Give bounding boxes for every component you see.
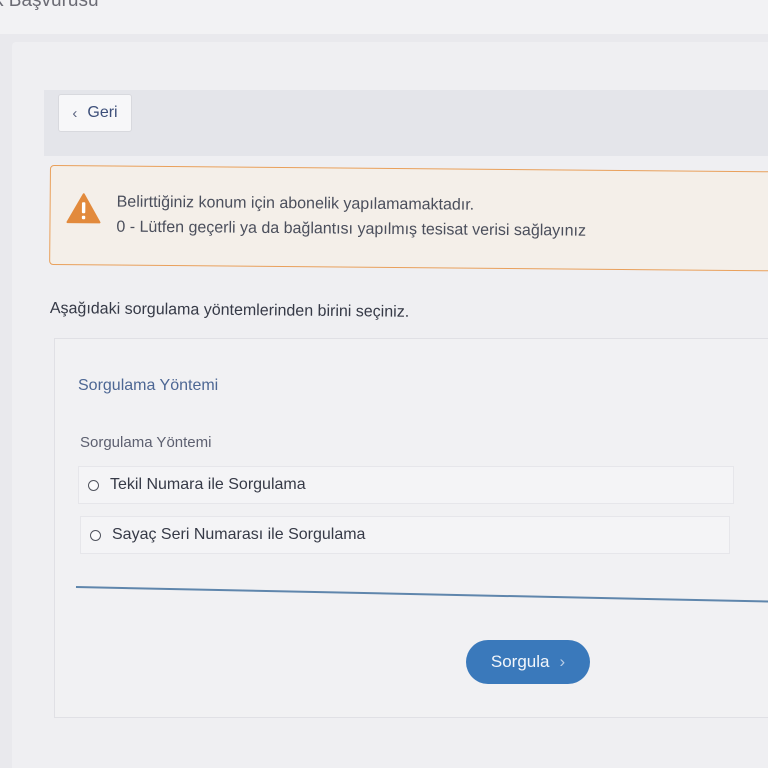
radio-option-sayac-seri-numarasi[interactable]: Sayaç Seri Numarası ile Sorgulama	[80, 516, 730, 554]
page: k Başvurusu ‹ Geri Belirttiğiniz konum i…	[0, 0, 768, 768]
alert-message: Belirttiğiniz konum için abonelik yapıla…	[116, 193, 475, 214]
radio-button[interactable]	[90, 529, 101, 541]
top-bar: k Başvurusu	[0, 0, 768, 34]
toolbar-band	[44, 90, 768, 156]
chevron-left-icon: ‹	[72, 104, 78, 122]
radio-option-label: Tekil Numara ile Sorgulama	[110, 476, 306, 493]
submit-button-label: Sorgula	[490, 652, 550, 671]
radio-button[interactable]	[88, 479, 99, 491]
submit-button[interactable]: Sorgula ›	[466, 640, 590, 684]
radio-option-label: Sayaç Seri Numarası ile Sorgulama	[112, 526, 366, 543]
back-button[interactable]: ‹ Geri	[58, 94, 132, 132]
back-button-label: Geri	[87, 104, 118, 121]
radio-option-tekil-numara[interactable]: Tekil Numara ile Sorgulama	[78, 466, 734, 504]
warning-icon	[66, 193, 101, 224]
chevron-right-icon: ›	[559, 652, 566, 671]
field-label: Sorgulama Yöntemi	[80, 434, 212, 451]
card-title: Sorgulama Yöntemi	[78, 377, 219, 394]
page-title: k Başvurusu	[0, 0, 99, 11]
instruction-text: Aşağıdaki sorgulama yöntemlerinden birin…	[49, 300, 410, 321]
alert-detail: 0 - Lütfen geçerli ya da bağlantısı yapı…	[116, 218, 587, 240]
warning-alert: Belirttiğiniz konum için abonelik yapıla…	[49, 165, 768, 272]
